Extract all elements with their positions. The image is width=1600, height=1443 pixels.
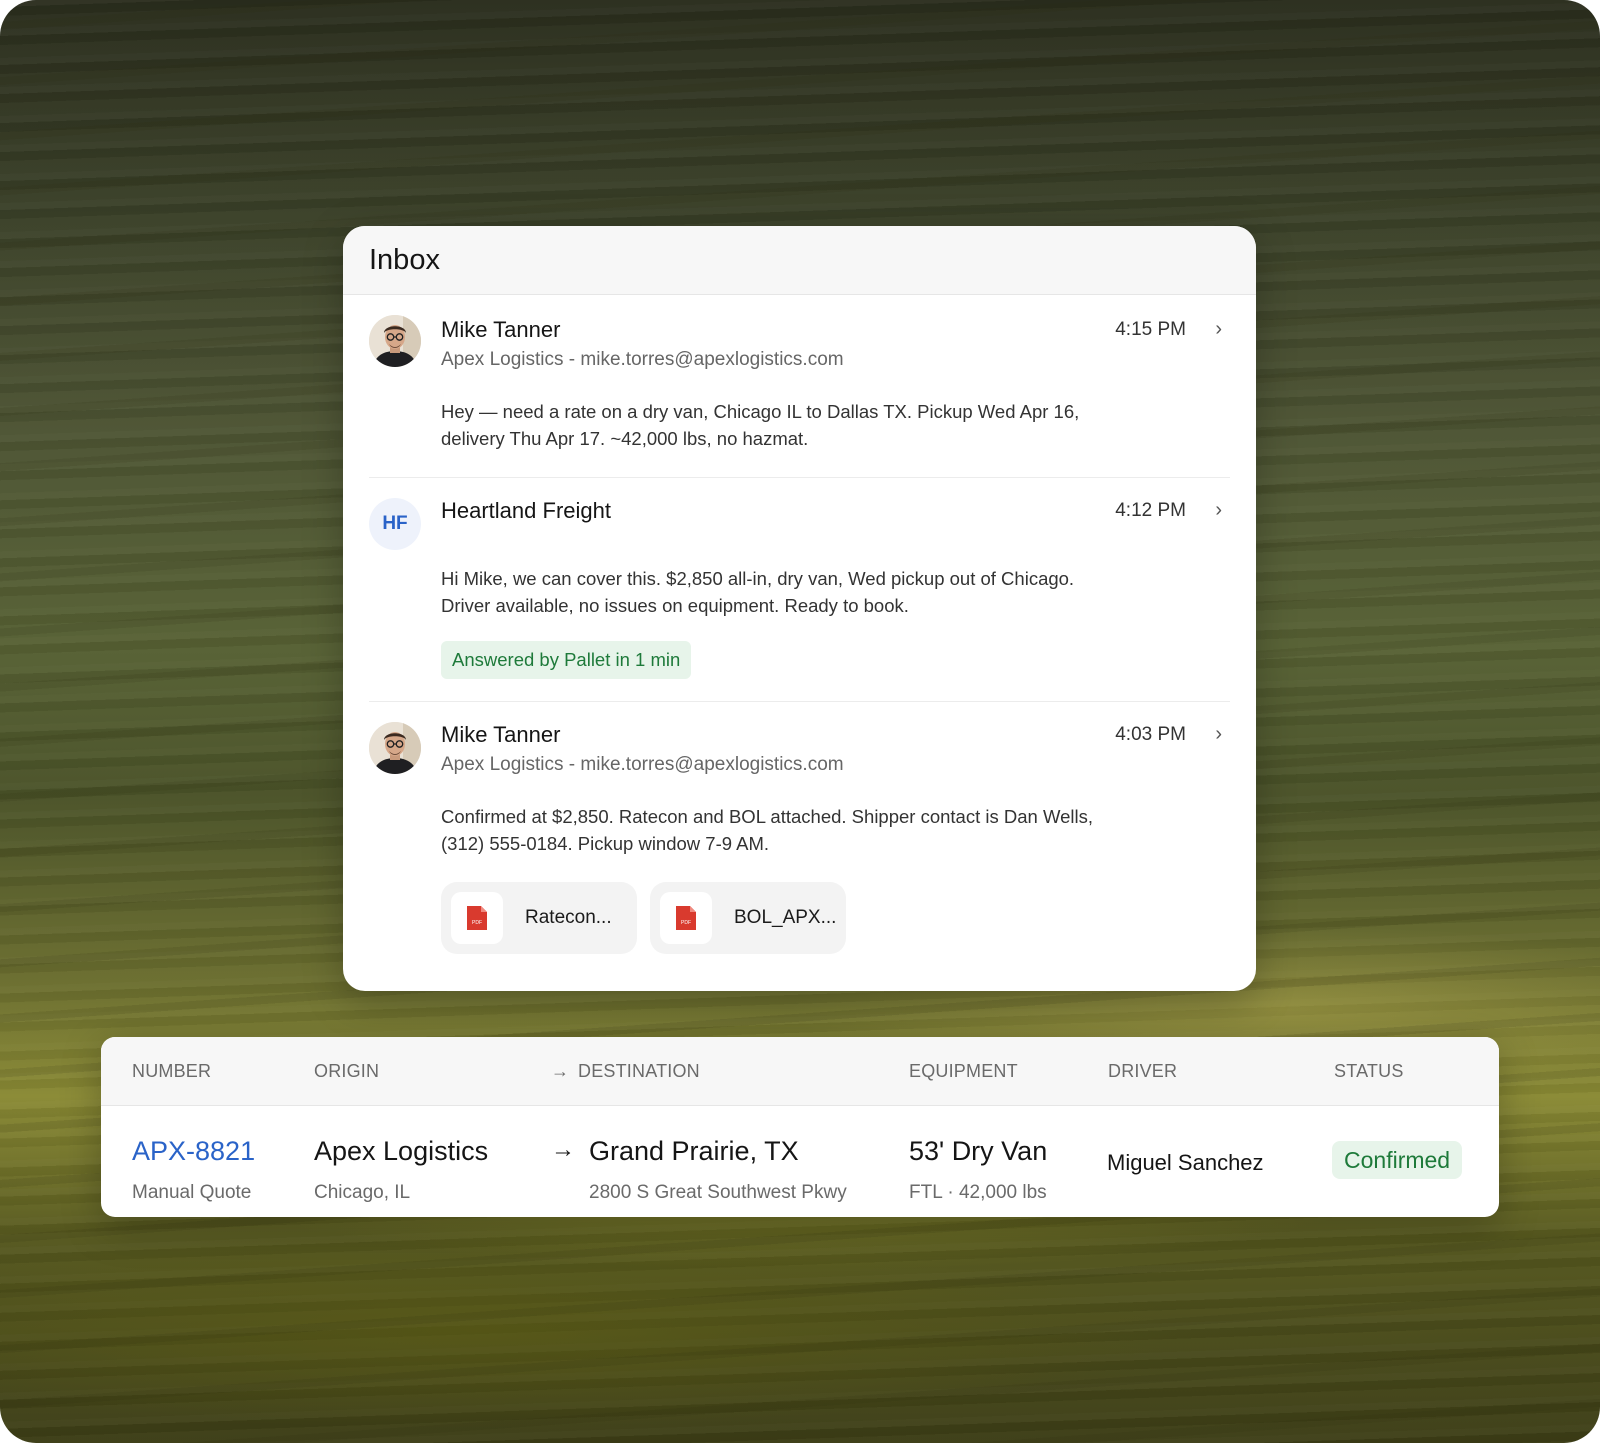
column-header-origin: ORIGIN [314,1061,380,1081]
message-sender: Mike Tanner [441,317,561,342]
origin-city: Chicago, IL [314,1182,411,1203]
column-header-destination: DESTINATION [578,1061,700,1081]
message-sender: Heartland Freight [441,498,611,523]
attachment-chip[interactable]: PDF Ratecon... [441,882,637,954]
message-item[interactable]: Mike Tanner Apex Logistics - mike.torres… [369,295,1230,478]
avatar: HF [369,498,421,550]
column-header-number: NUMBER [132,1061,212,1081]
status-badge: Confirmed [1332,1141,1463,1179]
attachment-chip[interactable]: PDF BOL_APX... [650,882,846,954]
column-header-status: STATUS [1334,1061,1404,1081]
message-body: Confirmed at $2,850. Ratecon and BOL att… [441,806,1093,854]
message-subline: Apex Logistics - mike.torres@apexlogisti… [441,349,844,370]
message-sender: Mike Tanner [441,722,561,747]
inbox-title: Inbox [369,243,440,276]
answered-badge: Answered by Pallet in 1 min [441,641,692,679]
message-body: Hey — need a rate on a dry van, Chicago … [441,401,1080,449]
message-time: 4:15 PM [1115,319,1186,340]
load-source: Manual Quote [132,1182,252,1203]
chevron-right-icon[interactable]: › [1215,318,1222,341]
column-header-equipment: EQUIPMENT [909,1061,1018,1081]
destination-city: Grand Prairie, TX [589,1136,799,1166]
load-number-link[interactable]: APX-8821 [132,1136,255,1167]
message-subline: Apex Logistics - mike.torres@apexlogisti… [441,754,844,775]
attachment-label: BOL_APX... [734,907,837,928]
equipment-detail: FTL · 42,000 lbs [909,1182,1047,1203]
message-item[interactable]: Mike Tanner Apex Logistics - mike.torres… [369,702,1230,991]
avatar [369,315,421,367]
pdf-icon: PDF [451,892,503,944]
table-row[interactable]: APX-8821 Manual Quote Apex Logistics Chi… [101,1106,1499,1217]
message-body: Hi Mike, we can cover this. $2,850 all-i… [441,568,1075,616]
person-avatar-icon [369,722,421,774]
avatar [369,722,421,774]
equipment-type: 53' Dry Van [909,1136,1048,1166]
attachment-label: Ratecon... [525,907,612,928]
chevron-right-icon[interactable]: › [1215,499,1222,522]
avatar-initials: HF [382,513,408,534]
inbox-header: Inbox [343,226,1256,295]
pdf-icon-text: PDF [681,920,691,926]
arrow-right-icon: → [551,1061,570,1081]
table-header: NUMBER ORIGIN → DESTINATION EQUIPMENT DR… [101,1037,1499,1106]
inbox-panel: Inbox Mike Tanner Apex Logistics - mike.… [343,226,1256,991]
message-time: 4:03 PM [1115,724,1186,745]
driver-name: Miguel Sanchez [1107,1150,1264,1175]
chevron-right-icon[interactable]: › [1215,723,1222,746]
column-header-driver: DRIVER [1108,1061,1178,1081]
pdf-icon: PDF [660,892,712,944]
destination-address: 2800 S Great Southwest Pkwy [589,1182,847,1203]
arrow-right-icon: → [551,1136,575,1163]
origin-name: Apex Logistics [314,1136,489,1166]
loads-table: NUMBER ORIGIN → DESTINATION EQUIPMENT DR… [101,1037,1499,1217]
message-item[interactable]: HF Heartland Freight 4:12 PM › Hi Mike, … [369,478,1230,702]
person-avatar-icon [369,315,421,367]
pdf-icon-text: PDF [472,920,482,926]
message-time: 4:12 PM [1115,500,1186,521]
